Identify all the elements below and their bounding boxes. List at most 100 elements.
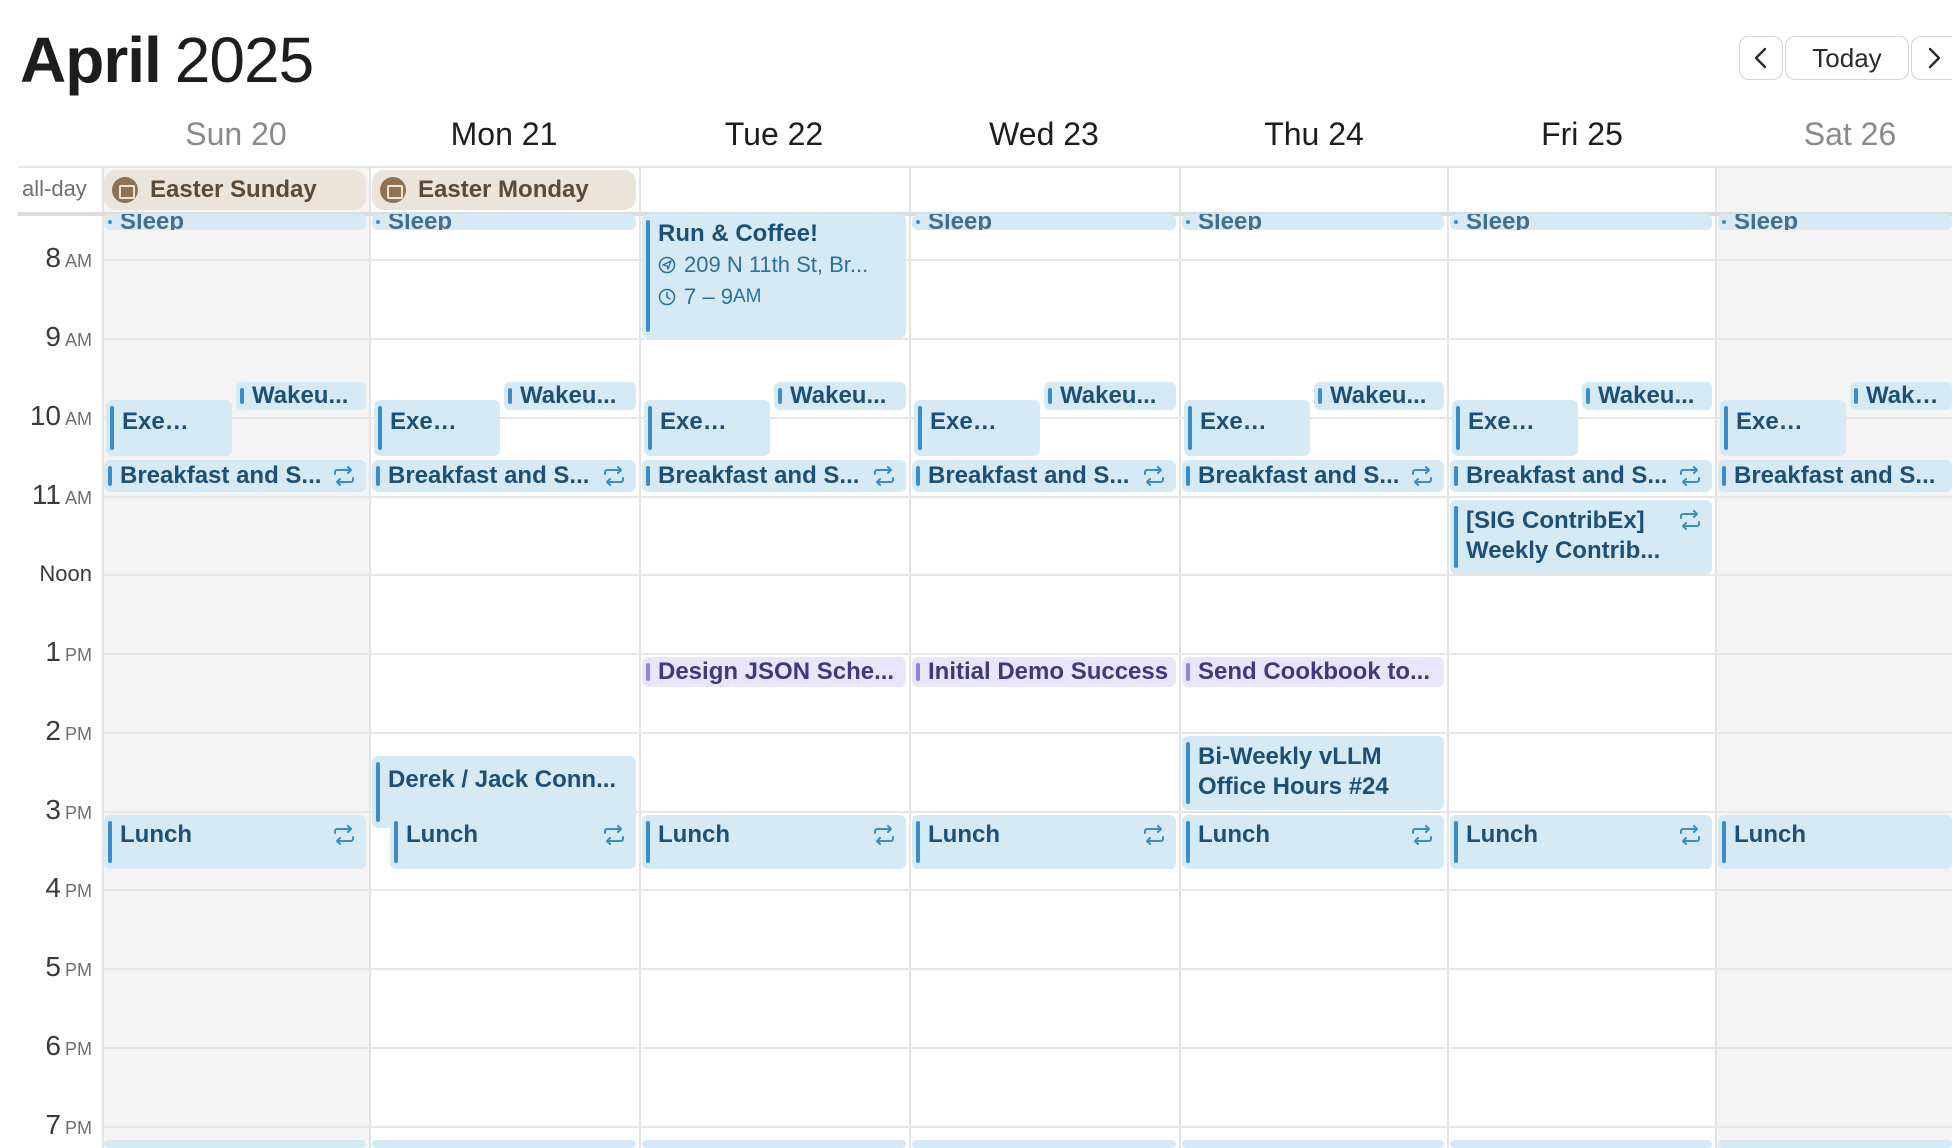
time-label-4pm: 4 PM bbox=[45, 872, 92, 903]
repeat-icon bbox=[604, 466, 624, 486]
time-label-3pm: 3 PM bbox=[45, 794, 92, 825]
event-breakfast[interactable]: Breakfast and S... bbox=[1182, 460, 1444, 492]
day-header-sat[interactable]: Sat 26 bbox=[1716, 112, 1952, 156]
repeat-icon bbox=[1412, 466, 1432, 486]
repeat-icon bbox=[1144, 825, 1164, 845]
next-week-button[interactable] bbox=[1911, 36, 1952, 80]
event-exercise[interactable]: Exercise bbox=[1452, 400, 1578, 456]
event-wakeup[interactable]: Wakeu... bbox=[1044, 382, 1176, 410]
clock-icon bbox=[658, 288, 676, 306]
hour-line-2pm bbox=[102, 732, 1952, 734]
event-breakfast[interactable]: Breakfast and S... bbox=[1450, 460, 1712, 492]
event-cutoff[interactable] bbox=[912, 1140, 1176, 1148]
event-exercise[interactable]: Exercise bbox=[374, 400, 500, 456]
event-wakeup[interactable]: Wakeu... bbox=[1582, 382, 1712, 410]
event-breakfast[interactable]: Breakfast and S... bbox=[372, 460, 636, 492]
event-cutoff[interactable] bbox=[1450, 1140, 1712, 1148]
event-sleep[interactable]: Sleep bbox=[912, 214, 1176, 230]
event-lunch[interactable]: Lunch bbox=[1718, 815, 1952, 869]
event-wakeup[interactable]: Wakeu... bbox=[504, 382, 636, 410]
repeat-icon bbox=[1412, 825, 1432, 845]
day-header-tue[interactable]: Tue 22 bbox=[640, 112, 908, 156]
event-lunch[interactable]: Lunch bbox=[104, 815, 366, 869]
event-sleep[interactable]: Sleep bbox=[1718, 214, 1952, 230]
event-lunch[interactable]: Lunch bbox=[1182, 815, 1444, 869]
grid-vline bbox=[1179, 166, 1181, 1148]
time-label-9am: 9 AM bbox=[45, 321, 92, 352]
hour-line-9am bbox=[102, 338, 1952, 340]
event-vllm-office-hours[interactable]: Bi-Weekly vLLM Office Hours #24 bbox=[1182, 736, 1444, 810]
event-sleep[interactable]: Sleep bbox=[1182, 214, 1444, 230]
hour-line-noon bbox=[102, 574, 1952, 576]
day-header-wed[interactable]: Wed 23 bbox=[910, 112, 1178, 156]
hour-line-1pm bbox=[102, 653, 1952, 655]
event-cutoff[interactable] bbox=[1182, 1140, 1444, 1148]
hour-line-11am bbox=[102, 496, 1952, 498]
time-label-5pm: 5 PM bbox=[45, 951, 92, 982]
time-label-1pm: 1 PM bbox=[45, 636, 92, 667]
day-header-fri[interactable]: Fri 25 bbox=[1448, 112, 1716, 156]
event-location: 209 N 11th St, Br... bbox=[658, 252, 868, 278]
event-breakfast[interactable]: Breakfast and S... bbox=[104, 460, 366, 492]
event-breakfast[interactable]: Breakfast and S... bbox=[642, 460, 906, 492]
event-sleep[interactable]: Sleep bbox=[372, 214, 636, 230]
month-title: April 2025 bbox=[20, 22, 314, 98]
event-lunch[interactable]: Lunch bbox=[1450, 815, 1712, 869]
hour-line-5pm bbox=[102, 968, 1952, 970]
event-initial-demo-success[interactable]: Initial Demo Success bbox=[912, 657, 1176, 687]
event-exercise[interactable]: Exercise bbox=[1184, 400, 1310, 456]
time-label-10am: 10 AM bbox=[29, 400, 92, 431]
day-header-sun[interactable]: Sun 20 bbox=[102, 112, 370, 156]
event-wakeup[interactable]: Wakeu... bbox=[1314, 382, 1444, 410]
allday-event-title: Easter Sunday bbox=[150, 176, 317, 203]
event-sig-contribex[interactable]: [SIG ContribEx] Weekly Contrib... bbox=[1450, 500, 1712, 574]
event-cutoff[interactable] bbox=[1718, 1140, 1952, 1148]
event-lunch[interactable]: Lunch bbox=[390, 815, 636, 869]
event-sleep[interactable]: Sleep bbox=[1450, 214, 1712, 230]
event-breakfast[interactable]: Breakfast and S... bbox=[912, 460, 1176, 492]
event-exercise[interactable]: Exercise bbox=[1720, 400, 1846, 456]
event-exercise[interactable]: Exercise bbox=[644, 400, 770, 456]
hour-line-4pm bbox=[102, 889, 1952, 891]
weekend-column-sun bbox=[102, 166, 370, 1148]
repeat-icon bbox=[874, 825, 894, 845]
event-wakeup[interactable]: Wakeu... bbox=[236, 382, 366, 410]
event-wakeup[interactable]: Wakeu... bbox=[774, 382, 906, 410]
event-cutoff[interactable] bbox=[104, 1140, 366, 1148]
grid-vline bbox=[909, 166, 911, 1148]
event-exercise[interactable]: Exercise bbox=[914, 400, 1040, 456]
allday-top-line bbox=[18, 166, 1952, 168]
event-run-coffee[interactable]: Run & Coffee! 209 N 11th St, Br... 7 – 9… bbox=[642, 214, 906, 338]
event-wakeup[interactable]: Wakeu. bbox=[1850, 382, 1952, 410]
hour-line-8am bbox=[102, 259, 1952, 261]
repeat-icon bbox=[1144, 466, 1164, 486]
allday-event-easter-sunday[interactable]: Easter Sunday bbox=[104, 170, 366, 210]
event-exercise[interactable]: Exercise bbox=[106, 400, 232, 456]
repeat-icon bbox=[334, 466, 354, 486]
event-cutoff[interactable] bbox=[642, 1140, 906, 1148]
allday-label: all-day bbox=[22, 176, 87, 201]
weekend-column-sat bbox=[1716, 166, 1952, 1148]
hour-line-7pm bbox=[102, 1126, 1952, 1128]
allday-event-easter-monday[interactable]: Easter Monday bbox=[372, 170, 636, 210]
event-lunch[interactable]: Lunch bbox=[642, 815, 906, 869]
event-sleep[interactable]: Sleep bbox=[104, 214, 366, 230]
previous-week-button[interactable] bbox=[1739, 36, 1783, 80]
event-title: Run & Coffee! bbox=[658, 220, 818, 247]
chevron-left-icon bbox=[1754, 47, 1767, 69]
event-breakfast[interactable]: Breakfast and S... bbox=[1718, 460, 1952, 492]
repeat-icon bbox=[604, 825, 624, 845]
grid-vline bbox=[369, 166, 371, 1148]
repeat-icon bbox=[334, 825, 354, 845]
today-button[interactable]: Today bbox=[1785, 36, 1909, 80]
event-lunch[interactable]: Lunch bbox=[912, 815, 1176, 869]
day-header-thu[interactable]: Thu 24 bbox=[1180, 112, 1448, 156]
month-name: April bbox=[20, 24, 162, 96]
event-cutoff[interactable] bbox=[372, 1140, 636, 1148]
event-design-json-schema[interactable]: Design JSON Sche... bbox=[642, 657, 906, 687]
event-send-cookbook[interactable]: Send Cookbook to... bbox=[1182, 657, 1444, 687]
grid-vline bbox=[639, 166, 641, 1148]
grid-vline bbox=[1447, 166, 1449, 1148]
day-header-mon[interactable]: Mon 21 bbox=[370, 112, 638, 156]
calendar-icon bbox=[380, 177, 406, 203]
